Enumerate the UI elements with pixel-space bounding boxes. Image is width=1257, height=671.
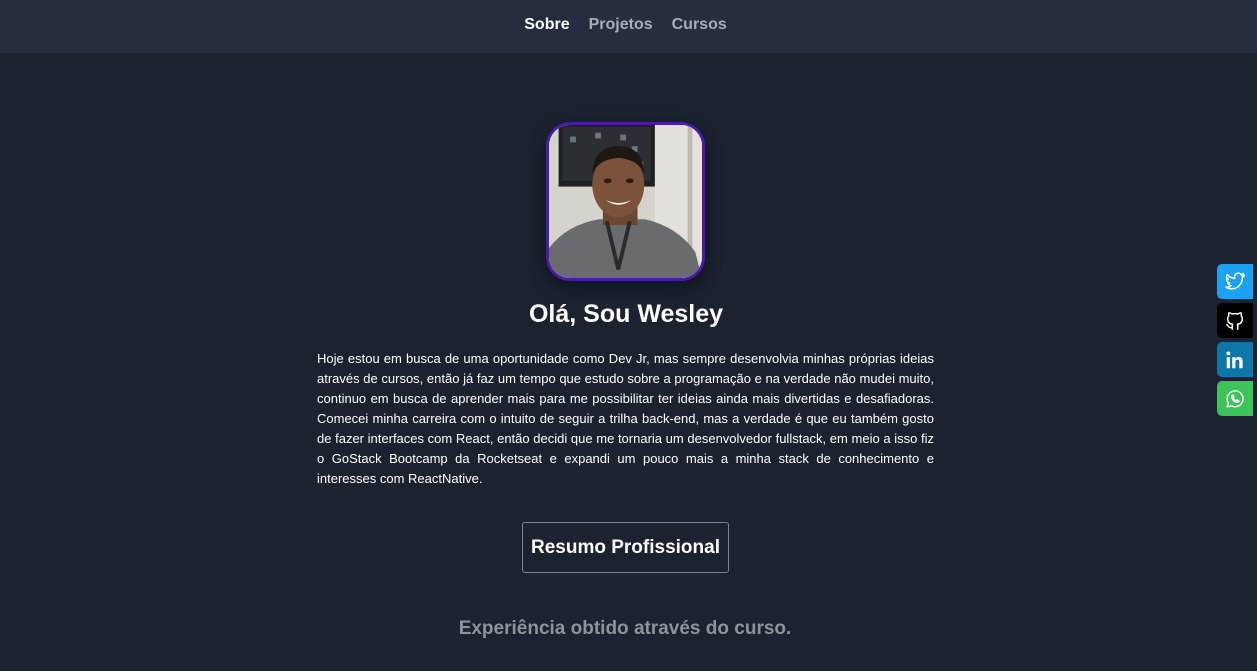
whatsapp-icon [1226, 389, 1244, 408]
github-link[interactable] [1217, 303, 1253, 338]
linkedin-icon [1226, 350, 1243, 368]
whatsapp-link[interactable] [1217, 381, 1253, 416]
twitter-link[interactable] [1217, 264, 1253, 299]
social-links [1217, 264, 1253, 420]
nav-link-cursos[interactable]: Cursos [672, 17, 727, 33]
nav-link-sobre[interactable]: Sobre [524, 17, 569, 33]
experience-heading: Experiência obtido através do curso. [458, 618, 792, 639]
profile-photo [546, 122, 705, 281]
github-icon [1226, 311, 1244, 330]
nav-link-projetos[interactable]: Projetos [589, 17, 653, 33]
linkedin-link[interactable] [1217, 342, 1253, 377]
twitter-icon [1225, 271, 1245, 290]
bio-text: Hoje estou em busca de uma oportunidade … [317, 351, 934, 486]
top-nav: Sobre Projetos Cursos [0, 0, 1257, 53]
greeting-heading: Olá, Sou Wesley [528, 300, 724, 328]
resume-button[interactable]: Resumo Profissional [522, 522, 729, 573]
